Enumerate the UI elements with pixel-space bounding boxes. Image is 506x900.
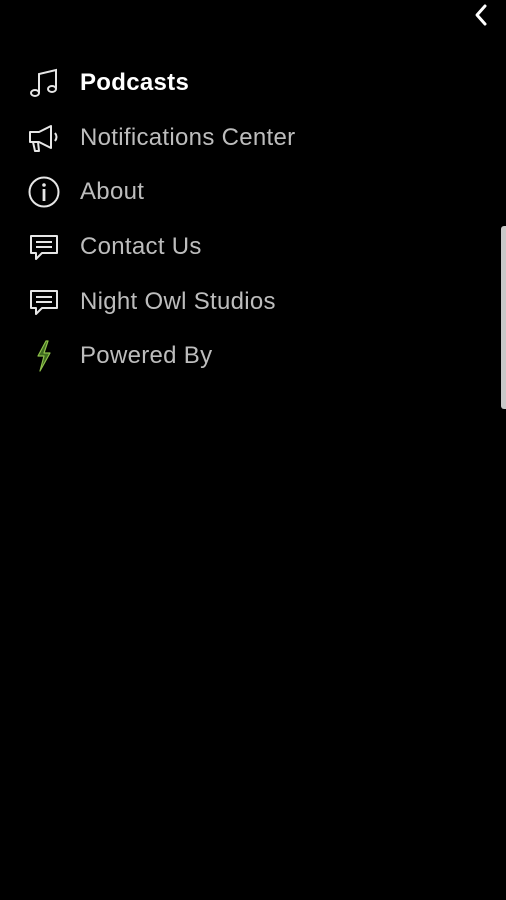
- back-button[interactable]: [466, 0, 496, 30]
- lightning-bolt-icon: [27, 339, 61, 373]
- menu-item-label: Night Owl Studios: [80, 287, 276, 315]
- menu-item-night-owl-studios[interactable]: Night Owl Studios: [0, 274, 480, 329]
- chevron-left-icon: [475, 4, 487, 26]
- chat-bubble-icon: [27, 285, 61, 319]
- menu-item-notifications-center[interactable]: Notifications Center: [0, 111, 480, 166]
- chat-bubble-icon: [27, 230, 61, 264]
- menu-item-contact-us[interactable]: Contact Us: [0, 220, 480, 275]
- menu-item-about[interactable]: About: [0, 165, 480, 220]
- menu-item-label: Contact Us: [80, 233, 202, 261]
- music-note-icon: [27, 66, 61, 100]
- navigation-menu: Podcasts Notifications Center About Cont…: [0, 56, 480, 384]
- menu-item-label: Podcasts: [80, 69, 190, 97]
- info-icon: [27, 175, 61, 209]
- menu-item-podcasts[interactable]: Podcasts: [0, 56, 480, 111]
- megaphone-icon: [27, 121, 61, 155]
- scrollbar[interactable]: [501, 226, 506, 409]
- menu-item-powered-by[interactable]: Powered By: [0, 329, 480, 384]
- menu-item-label: Notifications Center: [80, 123, 296, 151]
- menu-item-label: About: [80, 178, 145, 206]
- menu-item-label: Powered By: [80, 342, 213, 370]
